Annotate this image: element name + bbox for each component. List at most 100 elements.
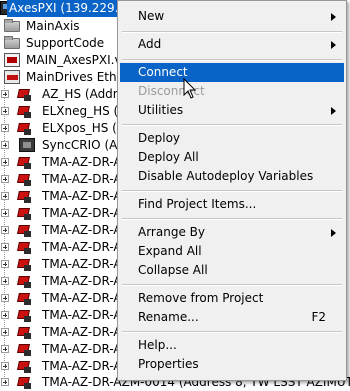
expand-icon[interactable]: [1, 158, 9, 166]
menu-separator: [122, 331, 342, 333]
expand-icon[interactable]: [1, 175, 9, 183]
axis-icon: [17, 206, 33, 220]
menu-separator: [122, 124, 342, 126]
expand-icon[interactable]: [1, 362, 9, 370]
menu-item-label: Help...: [138, 338, 177, 352]
menu-item-rename[interactable]: Rename... F2: [120, 308, 344, 327]
menu-item-label: Connect: [138, 65, 188, 79]
expand-icon[interactable]: [1, 277, 9, 285]
tree-item-label: TMA-AZ-DR-A: [42, 155, 122, 169]
submenu-arrow-icon: [331, 229, 336, 237]
axis-icon: [17, 189, 33, 203]
axis-icon: [17, 308, 33, 322]
submenu-arrow-icon: [331, 13, 336, 21]
axis-icon: [17, 325, 33, 339]
axis-icon: [17, 155, 33, 169]
expand-icon[interactable]: [1, 378, 9, 386]
menu-item-label: Deploy All: [138, 150, 199, 164]
expand-icon[interactable]: [1, 294, 9, 302]
axis-icon: [17, 257, 33, 271]
tree-item-label: TMA-AZ-DR-A: [42, 189, 122, 203]
tree-item-label: TMA-AZ-DR-A: [42, 240, 122, 254]
folder-icon: [4, 19, 20, 32]
expand-icon[interactable]: [1, 311, 9, 319]
tree-item-label: TMA-AZ-DR-A: [42, 257, 122, 271]
axis-icon: [17, 223, 33, 237]
menu-item-label: New: [138, 9, 165, 23]
menu-item-add[interactable]: Add: [120, 35, 344, 54]
menu-item-disconnect[interactable]: Disconnect: [120, 82, 344, 101]
axis-icon: [17, 240, 33, 254]
tree-item-label: TMA-AZ-DR-A: [42, 359, 122, 373]
menu-item-deploy[interactable]: Deploy: [120, 129, 344, 148]
crio-icon: [19, 138, 35, 152]
tree-item-label: TMA-AZ-DR-A: [42, 308, 122, 322]
menu-item-label: Rename...: [138, 310, 199, 324]
submenu-arrow-icon: [331, 107, 336, 115]
tree-item-label: TMA-AZ-DR-A: [42, 274, 122, 288]
expand-icon[interactable]: [1, 192, 9, 200]
menu-item-label: Remove from Project: [138, 291, 264, 305]
tree-item-label: MainAxis: [26, 19, 80, 33]
expand-icon[interactable]: [1, 345, 9, 353]
menu-item-label: Deploy: [138, 131, 181, 145]
expand-icon[interactable]: [1, 90, 9, 98]
vi-icon: [4, 53, 20, 67]
expand-icon[interactable]: [1, 107, 9, 115]
expand-icon[interactable]: [1, 141, 9, 149]
expand-icon[interactable]: [1, 328, 9, 336]
axis-icon: [17, 359, 33, 373]
menu-item-properties[interactable]: Properties: [120, 355, 344, 374]
menu-item-label: Collapse All: [138, 263, 208, 277]
expand-icon[interactable]: [1, 124, 9, 132]
tree-item-label: SupportCode: [26, 36, 105, 50]
menu-item-label: Expand All: [138, 244, 202, 258]
submenu-arrow-icon: [331, 41, 336, 49]
menu-item-help[interactable]: Help...: [120, 336, 344, 355]
axis-icon: [17, 342, 33, 356]
menu-separator: [122, 31, 342, 33]
menu-item-disable-autodeploy[interactable]: Disable Autodeploy Variables: [120, 167, 344, 186]
axis-icon: [17, 104, 33, 118]
menu-item-label: Add: [138, 37, 162, 51]
expand-icon[interactable]: [1, 209, 9, 217]
expand-icon[interactable]: [1, 243, 9, 251]
menu-item-connect[interactable]: Connect: [120, 63, 344, 82]
expand-icon[interactable]: [1, 260, 9, 268]
menu-item-shortcut: F2: [311, 310, 326, 324]
menu-separator: [122, 59, 342, 61]
context-menu: New Add Connect Disconnect Utilities Dep…: [117, 0, 347, 381]
tree-item-label: TMA-AZ-DR-A: [42, 223, 122, 237]
menu-item-deploy-all[interactable]: Deploy All: [120, 148, 344, 167]
expand-icon[interactable]: [1, 226, 9, 234]
menu-item-expand-all[interactable]: Expand All: [120, 242, 344, 261]
menu-item-utilities[interactable]: Utilities: [120, 101, 344, 120]
tree-item-label: MAIN_AxesPXI.vi: [26, 53, 125, 67]
menu-item-label: Utilities: [138, 103, 184, 117]
menu-item-label: Disable Autodeploy Variables: [138, 169, 314, 183]
menu-separator: [122, 190, 342, 192]
menu-separator: [122, 218, 342, 220]
menu-item-label: Find Project Items...: [138, 197, 257, 211]
axis-icon: [17, 87, 33, 101]
tree-item-label: TMA-AZ-DR-A: [42, 325, 122, 339]
axis-icon: [17, 121, 33, 135]
mouse-cursor-icon: [183, 78, 197, 99]
menu-separator: [122, 284, 342, 286]
menu-item-remove-from-project[interactable]: Remove from Project: [120, 289, 344, 308]
axis-icon: [17, 274, 33, 288]
menu-item-new[interactable]: New: [120, 7, 344, 26]
axis-icon: [17, 172, 33, 186]
menu-item-find-project-items[interactable]: Find Project Items...: [120, 195, 344, 214]
menu-item-label: Arrange By: [138, 225, 205, 239]
folder-icon: [4, 36, 20, 49]
menu-item-label: Properties: [138, 357, 199, 371]
tree-item-label: TMA-AZ-DR-A: [42, 291, 122, 305]
menu-item-collapse-all[interactable]: Collapse All: [120, 261, 344, 280]
tree-item-label: TMA-AZ-DR-A: [42, 172, 122, 186]
tree-item-label: TMA-AZ-DR-A: [42, 206, 122, 220]
menu-item-arrange-by[interactable]: Arrange By: [120, 223, 344, 242]
axis-icon: [17, 375, 33, 389]
axis-icon: [17, 291, 33, 305]
tree-item-label: TMA-AZ-DR-A: [42, 342, 122, 356]
